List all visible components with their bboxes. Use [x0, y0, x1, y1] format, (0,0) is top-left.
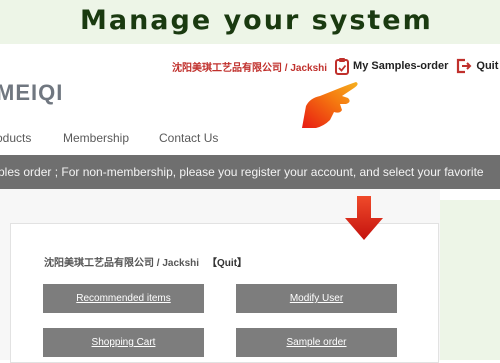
modify-user-button[interactable]: Modify User [236, 284, 397, 313]
quit-link[interactable]: Quit [476, 60, 498, 72]
recommended-items-button[interactable]: Recommended items [43, 284, 204, 313]
clipboard-check-icon[interactable] [335, 57, 350, 75]
user-account-link[interactable]: 沈阳美琪工艺品有限公司 / Jackshi [172, 59, 327, 74]
top-bar: 沈阳美琪工艺品有限公司 / Jackshi My Samples-order Q… [172, 57, 498, 75]
nav-item-products[interactable]: oducts [0, 131, 31, 145]
panel-user-label: 沈阳美琪工艺品有限公司 / Jackshi [44, 258, 200, 269]
nav-item-contact-us[interactable]: Contact Us [159, 131, 218, 145]
sample-order-button[interactable]: Sample order [236, 328, 397, 357]
panel-quit-link[interactable]: 【Quit】 [207, 258, 247, 269]
notice-bar: ples order ; For non-membership, please … [0, 155, 500, 189]
down-arrow-icon [345, 196, 383, 240]
shopping-cart-button[interactable]: Shopping Cart [43, 328, 204, 357]
site-logo[interactable]: MEIQI [0, 80, 63, 106]
notice-text: ples order ; For non-membership, please … [0, 165, 484, 179]
main-nav: oducts Membership Contact Us [0, 131, 440, 149]
panel-user-line: 沈阳美琪工艺品有限公司 / Jackshi 【Quit】 [44, 254, 247, 269]
nav-item-membership[interactable]: Membership [63, 131, 129, 145]
instruction-banner: Manage your system [0, 0, 500, 44]
banner-title: Manage your system [80, 5, 433, 36]
exit-icon[interactable] [456, 58, 472, 74]
pointing-hand-icon [302, 82, 358, 128]
my-samples-order-link[interactable]: My Samples-order [353, 60, 448, 72]
side-strip [440, 200, 500, 360]
